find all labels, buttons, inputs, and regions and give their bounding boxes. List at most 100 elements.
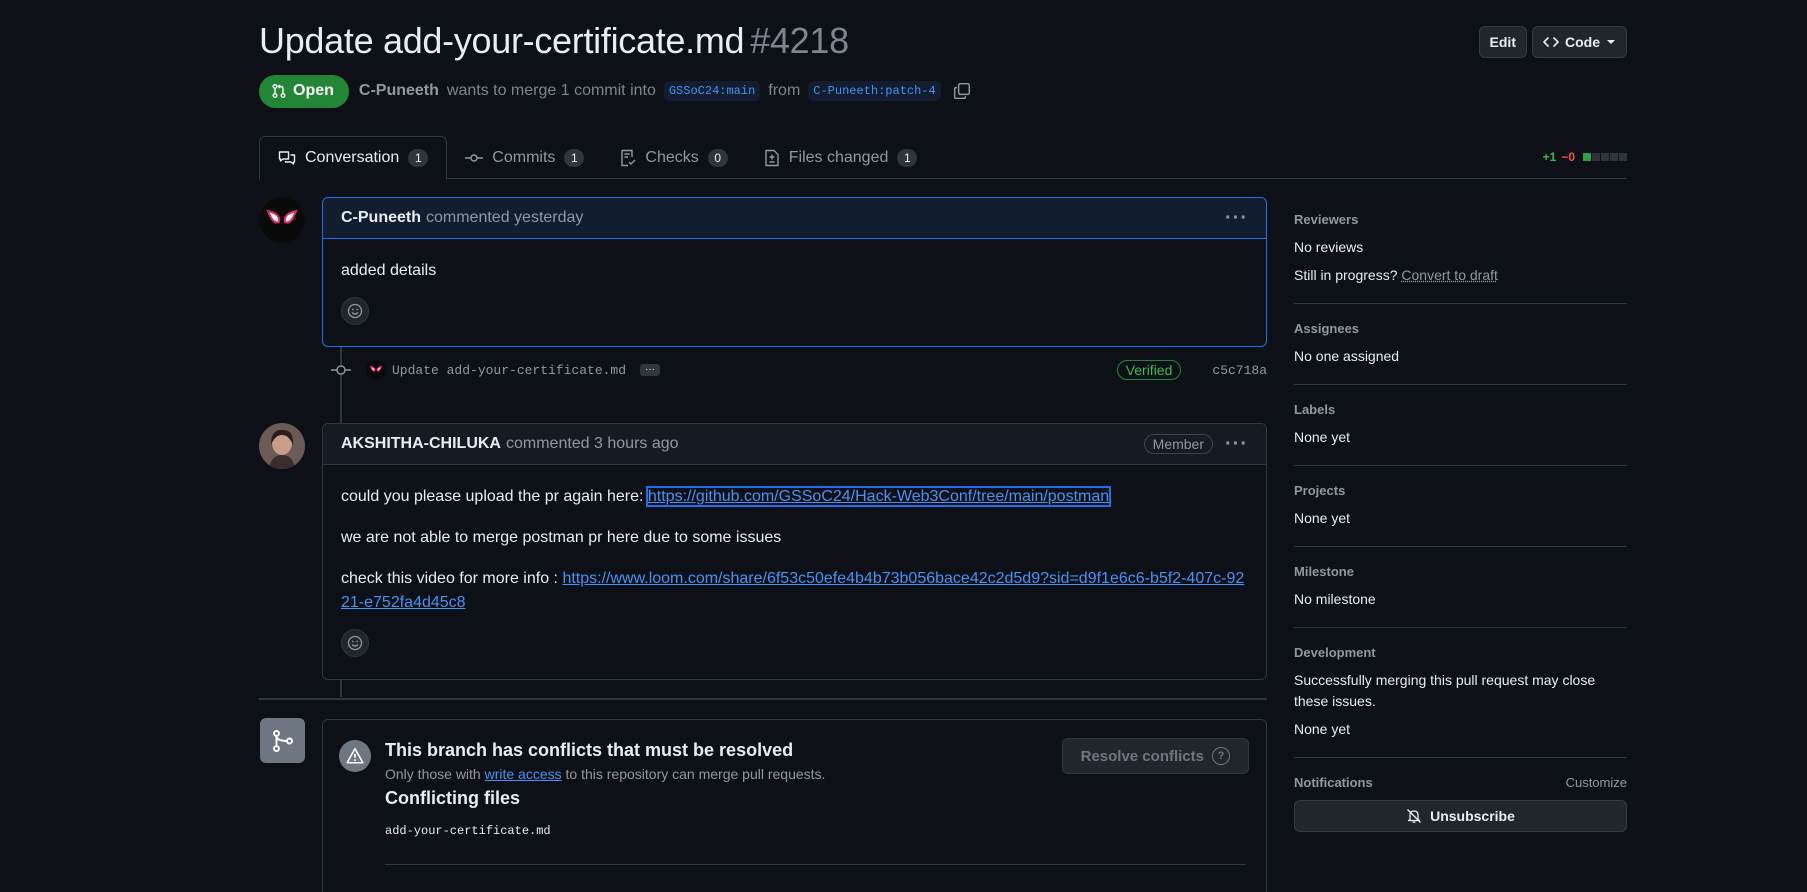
write-access-link[interactable]: write access [485,766,562,782]
timeline-divider [259,698,1267,700]
comment-discussion-icon [278,151,296,165]
expand-commit-button[interactable]: ··· [640,364,661,376]
git-commit-icon [330,363,352,377]
sidebar-text: Successfully merging this pull request m… [1294,672,1596,709]
diffstat-deletions: −0 [1561,150,1575,164]
smiley-icon [347,635,363,651]
tab-checks[interactable]: Checks 0 [602,136,745,180]
diffstat-block [1592,153,1600,161]
diffstat-block [1610,153,1618,161]
comment-paragraph: check this video for more info : https:/… [341,567,1248,615]
commit-sha[interactable]: c5c718a [1212,363,1267,378]
edit-button[interactable]: Edit [1478,26,1527,58]
add-reaction-button[interactable] [341,629,369,657]
base-branch[interactable]: GSSoC24:main [663,81,761,101]
sidebar-value: No one assigned [1294,348,1400,364]
sidebar-milestone: Milestone No milestone [1294,564,1627,628]
in-progress-text: Still in progress? [1294,267,1398,283]
git-commit-icon [465,154,484,162]
tab-files-changed[interactable]: Files changed 1 [746,136,936,180]
heading-label: Milestone [1294,564,1354,579]
comment-body: added details [323,239,1266,339]
resolve-conflicts-button[interactable]: Resolve conflicts ? [1061,738,1249,774]
sidebar-development: Development Successfully merging this pu… [1294,645,1627,758]
sidebar-value: None yet [1294,429,1351,445]
header-actions: Edit Code [1478,26,1627,58]
commit-message[interactable]: Update add-your-certificate.md [392,363,626,378]
resolve-conflicts-label: Resolve conflicts [1080,747,1204,765]
tab-count: 1 [408,149,429,167]
pr-number: #4218 [750,20,849,61]
sidebar-heading[interactable]: Development [1294,645,1627,660]
comment-box: C-Puneeth commented yesterday ··· added … [322,197,1267,347]
sidebar-reviewers: Reviewers No reviews Still in progress? … [1294,212,1627,304]
pr-tabs: Conversation 1 Commits 1 Checks 0 Files … [259,136,1627,180]
sidebar-heading[interactable]: Labels [1294,402,1627,417]
head-branch[interactable]: C-Puneeth:patch-4 [808,81,941,101]
file-diff-icon [765,149,779,167]
pr-title: Update add-your-certificate.md #4218 [259,20,1627,62]
sidebar: Reviewers No reviews Still in progress? … [1294,212,1627,832]
user-photo-avatar-icon [259,423,305,469]
comment-author[interactable]: C-Puneeth [341,209,421,227]
sidebar-notifications: Notifications Customize Unsubscribe [1294,775,1627,832]
tab-label: Checks [645,149,699,166]
question-icon: ? [1212,747,1230,765]
sidebar-labels: Labels None yet [1294,402,1627,466]
heading-label: Assignees [1294,321,1360,336]
comment-header: AKSHITHA-CHILUKA commented 3 hours ago M… [323,424,1266,465]
tab-conversation[interactable]: Conversation 1 [259,136,448,180]
diffstat-additions: +1 [1542,150,1557,164]
sidebar-heading: Notifications Customize [1294,775,1627,790]
member-badge: Member [1143,434,1214,454]
sidebar-value: None yet [1294,510,1351,526]
convert-to-draft-link[interactable]: Convert to draft [1401,267,1498,283]
commit-author-avatar[interactable] [366,360,386,380]
code-button[interactable]: Code [1532,26,1627,58]
unsubscribe-label: Unsubscribe [1430,808,1515,824]
verified-badge[interactable]: Verified [1116,360,1182,380]
avatar[interactable] [259,197,305,243]
kebab-menu-icon[interactable]: ··· [1225,207,1248,230]
merge-box-title: This branch has conflicts that must be r… [385,740,794,760]
hack-web3conf-link[interactable]: https://github.com/GSSoC24/Hack-Web3Conf… [645,486,1112,507]
copy-icon[interactable] [953,82,971,100]
avatar[interactable] [259,423,305,469]
tab-count: 0 [707,149,728,167]
sidebar-heading[interactable]: Reviewers [1294,212,1627,227]
code-icon [1543,37,1559,47]
diffstat-block [1601,153,1609,161]
comment-box: AKSHITHA-CHILUKA commented 3 hours ago M… [322,423,1267,680]
sidebar-heading[interactable]: Projects [1294,483,1627,498]
tab-label: Conversation [305,149,400,166]
comment-body: could you please upload the pr again her… [323,465,1266,671]
subtitle-text: Only those with [385,766,485,782]
merge-status-icon-box [260,718,305,763]
heading-label: Labels [1294,402,1336,417]
divider [385,864,1246,865]
comment-author[interactable]: AKSHITHA-CHILUKA [341,435,501,453]
comment-header: C-Puneeth commented yesterday ··· [323,198,1266,239]
add-reaction-button[interactable] [341,297,369,325]
code-button-label: Code [1565,34,1600,50]
sidebar-heading[interactable]: Assignees [1294,321,1627,336]
sidebar-heading[interactable]: Milestone [1294,564,1627,579]
conflicting-file: add-your-certificate.md [385,824,551,838]
pr-meta: Open C-Puneeth wants to merge 1 commit i… [259,74,971,108]
diffstat-block [1583,153,1591,161]
comment-text: added details [341,262,437,279]
customize-link[interactable]: Customize [1566,775,1627,790]
git-pull-request-icon [272,84,286,98]
chevron-down-icon [1607,40,1615,44]
comment-timestamp[interactable]: commented yesterday [426,209,583,227]
comment-text: check this video for more info : [341,570,563,587]
kebab-menu-icon[interactable]: ··· [1225,433,1248,456]
author-link[interactable]: C-Puneeth [359,82,439,100]
smiley-icon [347,303,363,319]
heading-label: Projects [1294,483,1346,498]
sidebar-value: No reviews [1294,239,1364,255]
merge-box-subtitle: Only those with write access to this rep… [385,766,825,782]
tab-commits[interactable]: Commits 1 [447,136,602,180]
comment-timestamp[interactable]: commented 3 hours ago [506,435,679,453]
unsubscribe-button[interactable]: Unsubscribe [1294,800,1627,832]
